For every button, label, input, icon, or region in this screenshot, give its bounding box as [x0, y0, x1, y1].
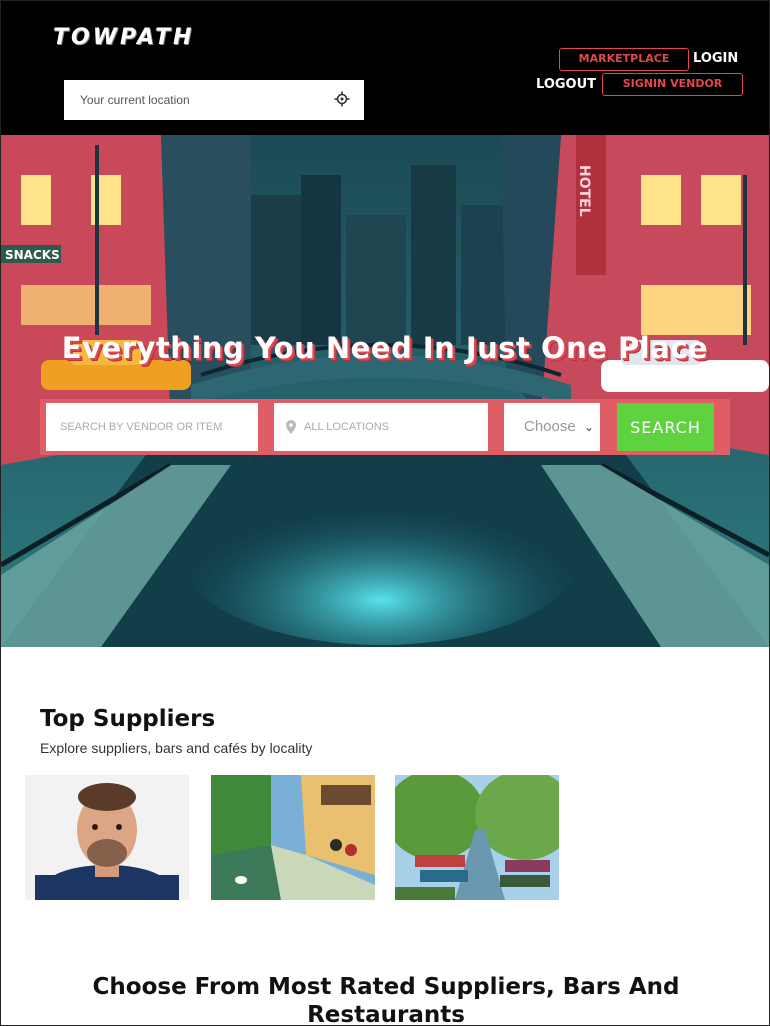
canal-boats-image — [395, 775, 559, 900]
supplier-portrait-image — [25, 775, 189, 900]
page: TOWPATH MARKETPLACE LOGIN LOGOUT SIGNIN … — [0, 0, 770, 1026]
signin-vendor-button[interactable]: SIGNIN VENDOR — [602, 73, 743, 96]
locate-crosshair-icon[interactable] — [334, 91, 350, 107]
hero-search-bar: Choose ⌄ SEARCH — [40, 399, 730, 455]
canal-night-illustration: SNACKS HOTEL — [1, 135, 769, 647]
login-link[interactable]: LOGIN — [693, 51, 738, 66]
snacks-sign-text: SNACKS — [5, 248, 60, 262]
chevron-down-icon: ⌄ — [583, 420, 594, 434]
hero-banner: SNACKS HOTEL Everything You Need In Just… — [1, 135, 769, 647]
location-filter — [274, 403, 488, 451]
supplier-card-canal-boats[interactable] — [395, 775, 559, 900]
location-box — [64, 80, 364, 120]
hero-title: Everything You Need In Just One Place — [61, 331, 709, 365]
current-location-input[interactable] — [64, 80, 324, 120]
search-button[interactable]: SEARCH — [617, 403, 714, 451]
top-suppliers-subtitle: Explore suppliers, bars and cafés by loc… — [40, 740, 313, 756]
top-header: TOWPATH MARKETPLACE LOGIN LOGOUT SIGNIN … — [1, 1, 769, 135]
most-rated-title: Choose From Most Rated Suppliers, Bars A… — [92, 974, 680, 1026]
brand-logo[interactable]: TOWPATH — [53, 25, 253, 53]
vendor-item-search-input[interactable] — [46, 403, 258, 451]
hotel-sign-text: HOTEL — [576, 165, 592, 217]
all-locations-input[interactable] — [274, 403, 488, 451]
supplier-card-canal-cafe[interactable] — [211, 775, 375, 900]
supplier-card-portrait[interactable] — [25, 775, 189, 900]
logout-link[interactable]: LOGOUT — [536, 77, 596, 92]
category-select[interactable]: Choose ⌄ — [504, 403, 600, 451]
canal-cafe-image — [211, 775, 375, 900]
category-select-value: Choose — [524, 418, 576, 435]
top-suppliers-title: Top Suppliers — [40, 706, 216, 732]
brand-logo-text: TOWPATH — [53, 25, 195, 50]
marketplace-button[interactable]: MARKETPLACE — [559, 48, 689, 71]
